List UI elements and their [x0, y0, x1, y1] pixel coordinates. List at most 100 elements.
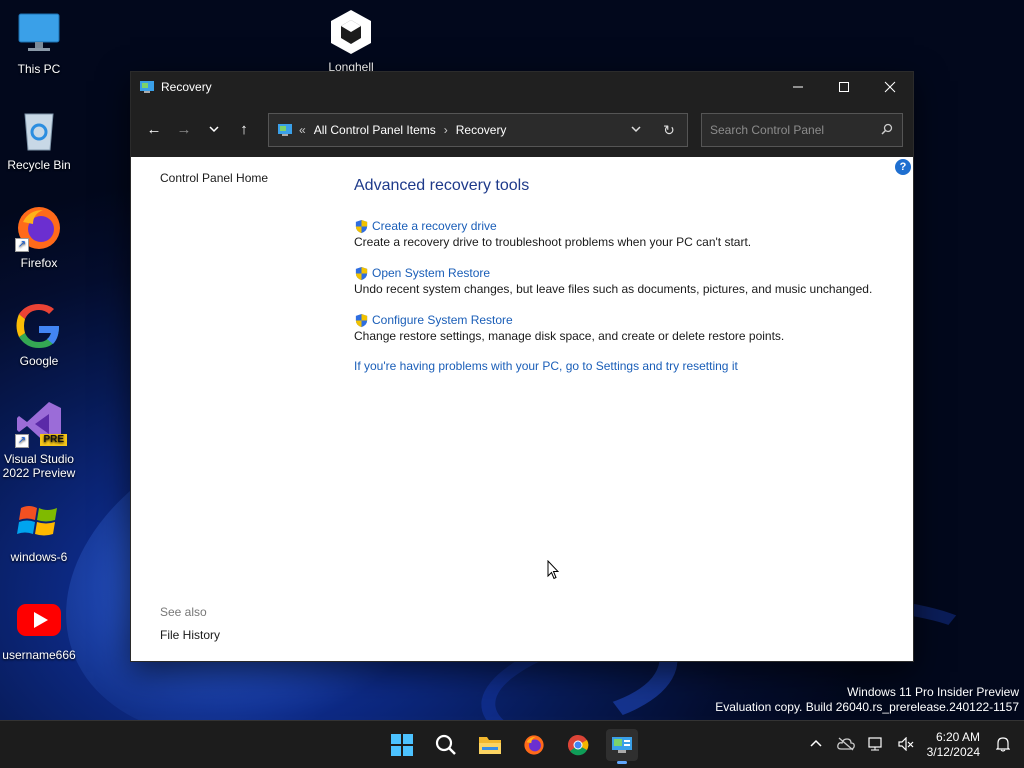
- taskbar-search-button[interactable]: [430, 729, 462, 761]
- minimize-button[interactable]: [775, 72, 821, 101]
- file-explorer-button[interactable]: [474, 729, 506, 761]
- show-hidden-icons-button[interactable]: [801, 737, 831, 753]
- watermark-line-1: Windows 11 Pro Insider Preview: [847, 685, 1019, 699]
- clock-time: 6:20 AM: [935, 730, 980, 744]
- shield-icon: [355, 313, 368, 327]
- start-icon: [391, 734, 413, 756]
- shortcut-arrow-icon: ↗: [15, 238, 29, 252]
- evaluation-watermark: Windows 11 Pro Insider Preview Evaluatio…: [715, 685, 1019, 715]
- close-icon: [884, 81, 896, 92]
- control-panel-icon: [139, 79, 155, 95]
- create-recovery-drive-link[interactable]: Create a recovery drive: [354, 218, 872, 234]
- desktop-icon-label: This PC: [17, 62, 61, 76]
- cloud-offline-icon: [836, 737, 855, 750]
- maximize-button[interactable]: [821, 72, 867, 101]
- shortcut-arrow-icon: ↗: [15, 434, 29, 448]
- firefox-icon: ↗: [15, 204, 63, 252]
- volume-button[interactable]: [891, 736, 921, 754]
- mouse-pointer-icon: [547, 560, 559, 580]
- recycle-bin-icon: [15, 106, 63, 154]
- youtube-icon: [15, 596, 63, 644]
- file-history-link[interactable]: File History: [160, 628, 220, 642]
- desktop-icon-longhell[interactable]: Longhell: [312, 8, 390, 74]
- recent-locations-button[interactable]: [199, 114, 229, 144]
- title-bar[interactable]: Recovery: [131, 72, 913, 101]
- tool-configure-system-restore: Configure System Restore Change restore …: [354, 312, 872, 343]
- desktop-icon-label: windows-6: [10, 550, 68, 564]
- control-panel-taskbar-button[interactable]: [606, 729, 638, 764]
- tool-create-recovery-drive: Create a recovery drive Create a recover…: [354, 218, 872, 249]
- desktop-icon-label: username666: [2, 648, 76, 662]
- system-tray: 6:20 AM 3/12/2024: [801, 721, 1024, 768]
- desktop-icon-label: Recycle Bin: [7, 158, 71, 172]
- control-panel-icon: [612, 737, 632, 753]
- breadcrumb-chevron-icon: ›: [443, 123, 448, 137]
- breadcrumb-recovery[interactable]: Recovery: [456, 123, 507, 137]
- tool-title: Create a recovery drive: [372, 219, 497, 233]
- firefox-taskbar-button[interactable]: [518, 729, 550, 761]
- tool-description: Create a recovery drive to troubleshoot …: [354, 235, 752, 249]
- window-title: Recovery: [161, 79, 212, 94]
- notifications-button[interactable]: [988, 736, 1018, 755]
- desktop-icon-label: Firefox: [20, 256, 58, 270]
- volume-muted-icon: [898, 736, 914, 751]
- refresh-button[interactable]: ↻: [651, 122, 687, 139]
- chevron-up-icon: [810, 739, 822, 747]
- desktop-icon-label: Google: [19, 354, 59, 368]
- forward-button[interactable]: →: [169, 114, 199, 144]
- help-icon[interactable]: ?: [895, 159, 911, 175]
- chrome-taskbar-button[interactable]: [562, 729, 594, 761]
- monitor-icon: [15, 10, 63, 58]
- desktop-icon-firefox[interactable]: ↗ Firefox: [0, 204, 78, 270]
- open-system-restore-link[interactable]: Open System Restore: [354, 265, 872, 281]
- firefox-icon: [524, 735, 544, 755]
- control-panel-home-link[interactable]: Control Panel Home: [160, 171, 268, 185]
- bell-icon: [995, 736, 1011, 752]
- clock-date: 3/12/2024: [926, 745, 980, 759]
- chevron-down-icon: [631, 126, 641, 133]
- preview-badge: PRE: [40, 434, 67, 446]
- shield-icon: [355, 219, 368, 233]
- address-bar[interactable]: « All Control Panel Items › Recovery ↻: [268, 113, 688, 147]
- windows-logo-icon: [15, 498, 63, 546]
- desktop-icon-recycle-bin[interactable]: Recycle Bin: [0, 106, 78, 172]
- search-box[interactable]: [701, 113, 903, 147]
- address-dropdown-button[interactable]: [621, 123, 651, 137]
- tool-description: Change restore settings, manage disk spa…: [354, 329, 785, 343]
- page-title: Advanced recovery tools: [354, 177, 530, 194]
- desktop-icon-visual-studio[interactable]: PRE ↗ Visual Studio 2022 Preview: [0, 400, 78, 480]
- configure-system-restore-link[interactable]: Configure System Restore: [354, 312, 872, 328]
- breadcrumb-all-control-panel-items[interactable]: All Control Panel Items: [314, 123, 436, 137]
- breadcrumb-overflow[interactable]: «: [299, 123, 306, 137]
- network-button[interactable]: [861, 736, 891, 754]
- clock[interactable]: 6:20 AM 3/12/2024: [921, 730, 988, 760]
- recovery-window: Recovery ← → ↑ « All Control Panel Items…: [130, 71, 914, 662]
- desktop-icon-google[interactable]: Google: [0, 302, 78, 368]
- desktop-icon-label: Visual Studio 2022 Preview: [2, 452, 76, 480]
- maximize-icon: [839, 81, 849, 92]
- search-input[interactable]: [710, 123, 872, 137]
- reset-pc-link[interactable]: If you're having problems with your PC, …: [354, 359, 872, 373]
- tool-description: Undo recent system changes, but leave fi…: [354, 282, 873, 296]
- visual-studio-icon: PRE ↗: [15, 400, 67, 448]
- arrow-right-icon: →: [176, 120, 192, 138]
- chrome-icon: [568, 735, 589, 756]
- up-button[interactable]: ↑: [229, 114, 259, 144]
- taskbar-apps: [386, 729, 638, 764]
- desktop-icon-youtube[interactable]: username666: [0, 596, 78, 662]
- watermark-line-2: Evaluation copy. Build 26040.rs_prerelea…: [715, 700, 1019, 714]
- start-button[interactable]: [386, 729, 418, 761]
- onedrive-button[interactable]: [831, 737, 861, 754]
- search-icon[interactable]: [872, 123, 902, 138]
- close-button[interactable]: [867, 72, 913, 101]
- minimize-icon: [793, 86, 803, 87]
- google-icon: [15, 302, 63, 350]
- back-button[interactable]: ←: [139, 114, 169, 144]
- navigation-bar: ← → ↑ « All Control Panel Items › Recove…: [131, 101, 913, 157]
- desktop-icon-this-pc[interactable]: This PC: [0, 10, 78, 76]
- desktop-icon-windows-6[interactable]: windows-6: [0, 498, 78, 564]
- tool-title: Open System Restore: [372, 266, 491, 280]
- search-icon: [435, 734, 456, 755]
- unity-icon: [327, 8, 375, 56]
- chevron-down-icon: [209, 126, 219, 133]
